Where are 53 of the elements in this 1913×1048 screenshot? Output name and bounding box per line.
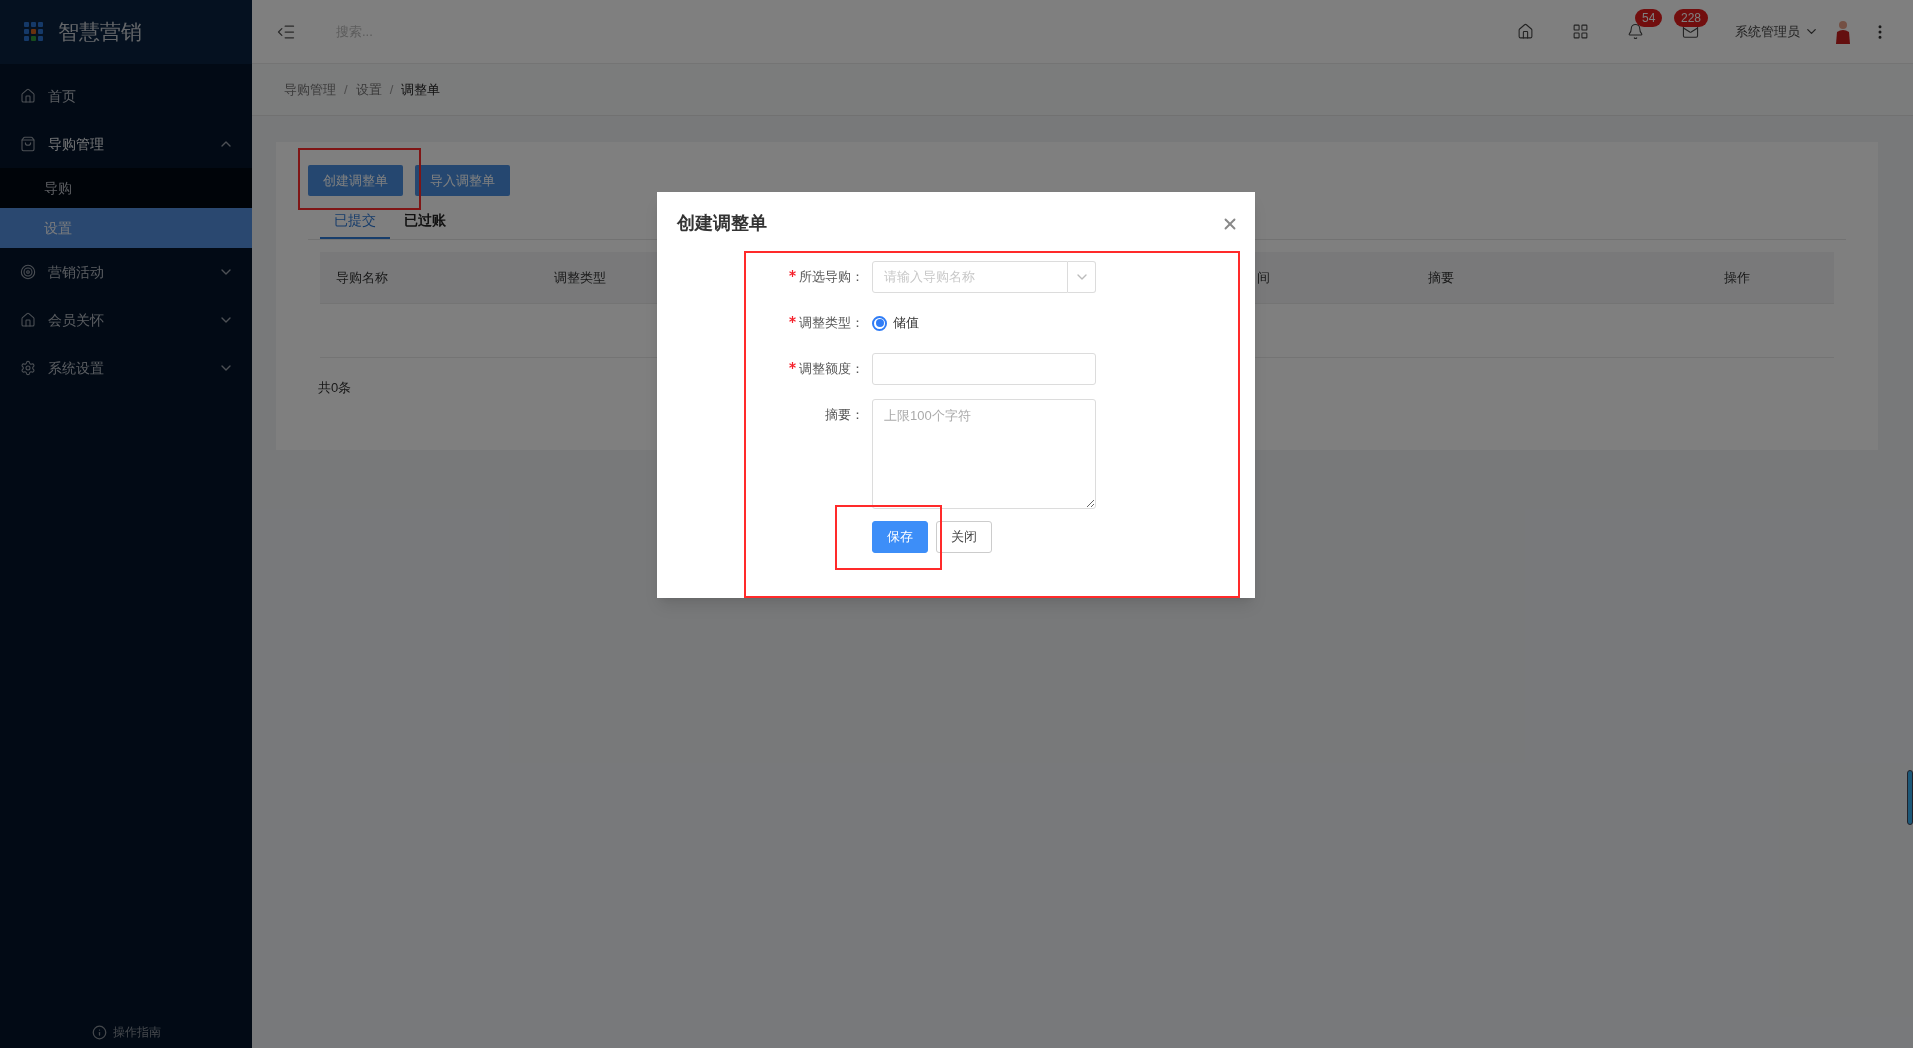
column-header: 调整类型 [554,268,606,287]
sidebar-item[interactable]: 首页 [0,72,252,120]
dialog-title: 创建调整单 [677,212,767,235]
column-header: 摘要 [1428,268,1454,287]
bell-icon[interactable] [1627,23,1644,40]
column-header: 导购名称 [336,268,388,287]
field-label: 调整额度： [799,360,864,378]
house-icon [20,88,36,104]
avatar-icon[interactable] [1835,19,1851,44]
column-header: 操作 [1724,268,1750,287]
radio-button[interactable] [872,315,887,331]
grid-icon[interactable] [1572,23,1589,40]
required-icon [789,362,796,369]
guide-link[interactable]: 操作指南 [112,1023,161,1041]
notification-badge: 54 [1635,9,1663,27]
message-badge: 228 [1674,9,1709,27]
breadcrumb-separator: / [389,80,394,99]
action-button[interactable]: 导入调整单 [415,165,510,196]
amount-field[interactable] [872,353,1096,385]
sidebar-item[interactable]: 导购管理 [0,120,252,168]
info-icon [91,1024,107,1040]
sidebar-item[interactable]: 营销活动 [0,248,252,296]
tab[interactable]: 已提交 [320,210,390,239]
field-label: 所选导购： [799,268,864,286]
logo-icon [24,22,44,42]
action-button[interactable]: 创建调整单 [308,165,403,196]
total-count: 共0条 [318,379,353,397]
home-icon[interactable] [1517,23,1534,40]
app-title: 智慧营销 [58,19,142,46]
field-label: 摘要： [825,406,864,424]
radio-label: 储值 [893,314,919,333]
submenu-item[interactable]: 设置 [0,208,252,248]
field-label: 调整类型： [799,314,864,332]
sidebar-item[interactable]: 系统设置 [0,344,252,392]
column-header: 间 [1257,268,1270,287]
tab[interactable]: 已过账 [390,210,460,239]
breadcrumb-item[interactable]: 导购管理 [284,79,336,100]
submenu-item[interactable]: 导购 [0,168,252,208]
summary-field[interactable]: 上限100个字符 [872,399,1096,509]
breadcrumb-item[interactable]: 设置 [355,79,382,100]
required-icon [789,316,796,323]
gear-icon [20,360,36,376]
dialog-button[interactable]: 保存 [872,521,928,553]
required-icon [789,270,796,277]
sidebar-item[interactable]: 会员关怀 [0,296,252,344]
user-menu[interactable]: 系统管理员 [1735,21,1800,42]
bag-icon [20,136,36,152]
target-icon [20,264,36,280]
breadcrumb-item: 调整单 [401,80,441,99]
dialog-button[interactable]: 关闭 [936,521,992,553]
scroll-handle[interactable] [1907,770,1913,825]
house-icon [20,312,36,328]
breadcrumb-separator: / [344,80,348,99]
